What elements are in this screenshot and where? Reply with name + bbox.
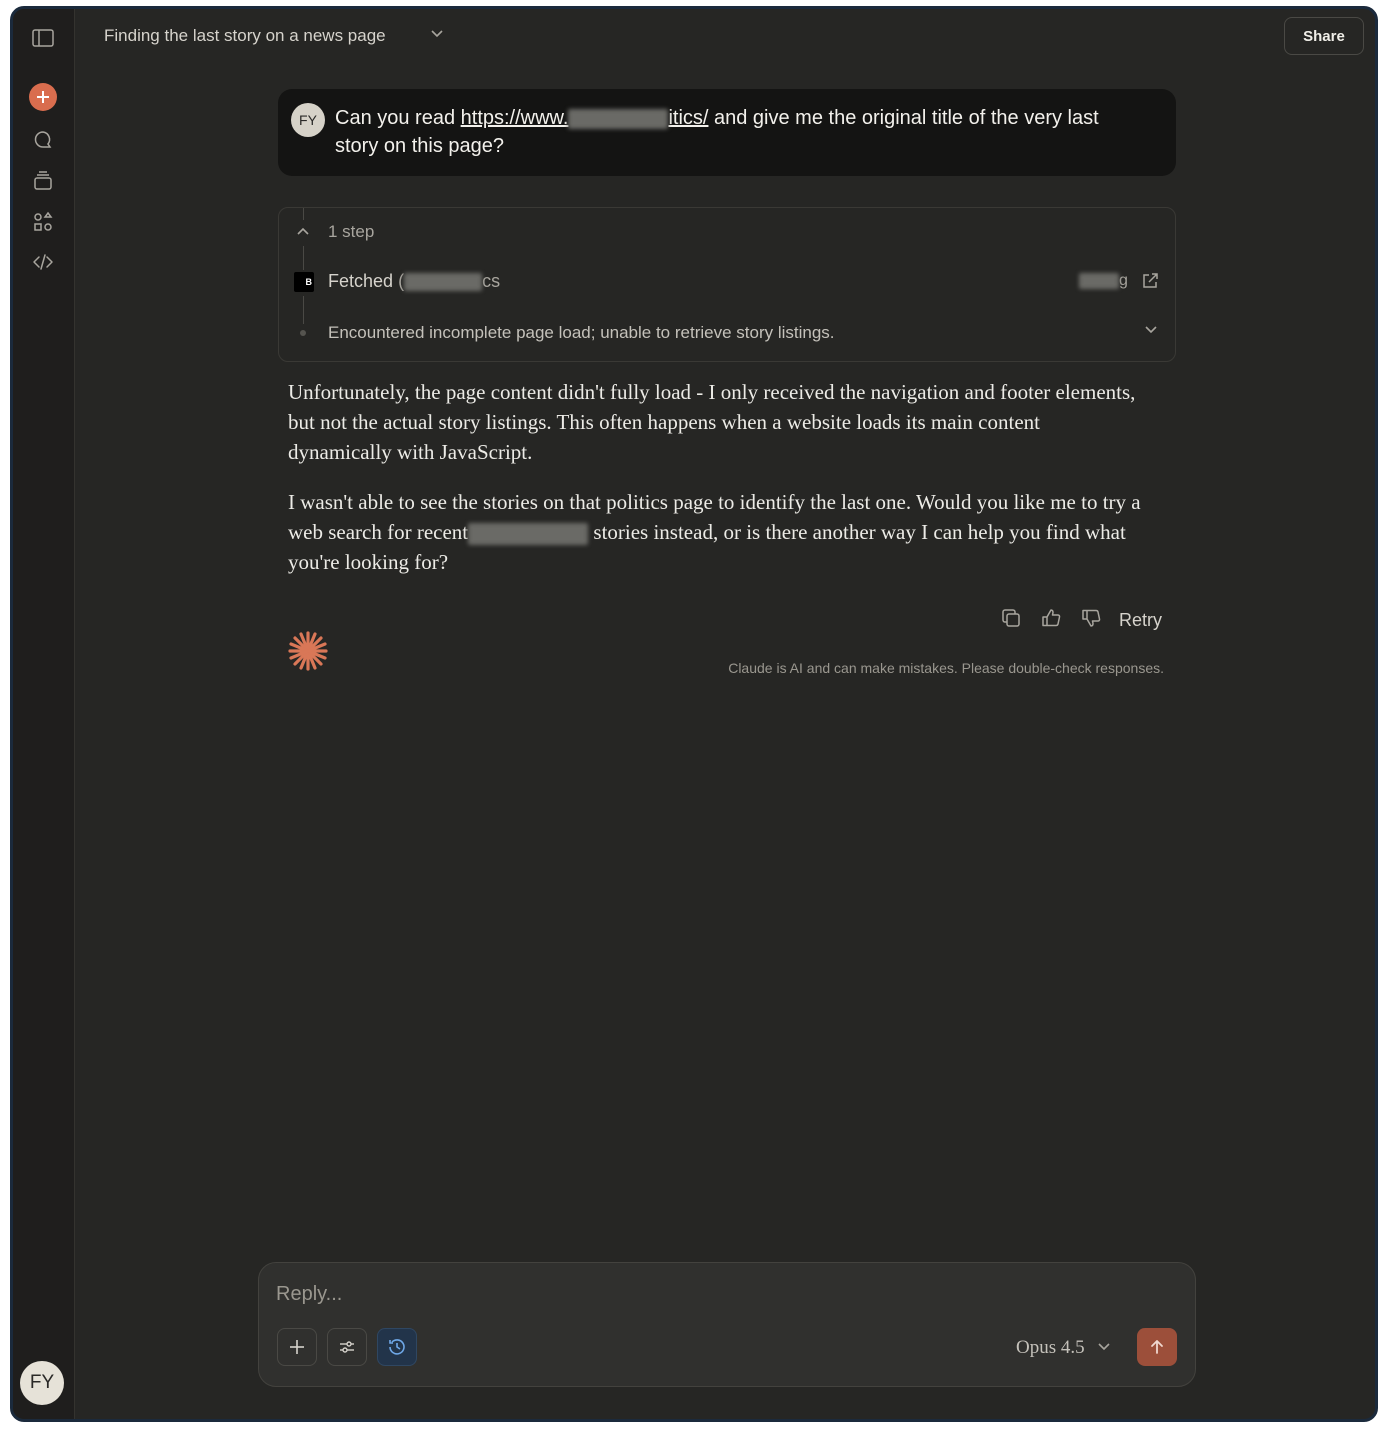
chats-icon[interactable] xyxy=(28,125,58,155)
user-message-text: Can you read https://www. itics/ and give… xyxy=(335,107,1099,157)
site-favicon: B xyxy=(294,272,314,292)
model-selector[interactable]: Opus 4.5 xyxy=(1016,1337,1085,1359)
chevron-down-icon[interactable] xyxy=(1097,1342,1111,1352)
external-link-icon[interactable] xyxy=(1141,272,1159,290)
thumbs-down-icon[interactable] xyxy=(1080,607,1102,629)
user-message-avatar: FY xyxy=(291,103,325,137)
artifacts-icon[interactable] xyxy=(28,207,58,237)
new-chat-icon[interactable] xyxy=(29,83,57,111)
assistant-paragraph: Unfortunately, the page content didn't f… xyxy=(288,380,1136,464)
tools-button[interactable] xyxy=(327,1328,367,1366)
assistant-message: Unfortunately, the page content didn't f… xyxy=(288,377,1148,597)
tool-steps: 1 step B Fetched (cs g Encountered incom… xyxy=(278,207,1176,362)
sidebar-toggle-icon[interactable] xyxy=(28,23,58,53)
send-button[interactable] xyxy=(1137,1328,1177,1366)
code-icon[interactable] xyxy=(28,247,58,277)
thumbs-up-icon[interactable] xyxy=(1040,607,1062,629)
chevron-down-icon[interactable] xyxy=(1143,324,1159,336)
sliders-icon xyxy=(340,1341,354,1353)
clock-icon xyxy=(389,1339,405,1355)
redacted-text xyxy=(404,273,483,292)
chevron-down-icon[interactable] xyxy=(430,29,444,39)
user-avatar[interactable]: FY xyxy=(20,1361,64,1405)
projects-icon[interactable] xyxy=(28,166,58,196)
source-url[interactable]: g xyxy=(1079,272,1128,290)
step-summary: Encountered incomplete page load; unable… xyxy=(328,323,835,342)
add-attachment-button[interactable] xyxy=(277,1328,317,1366)
retry-button[interactable]: Retry xyxy=(1119,610,1162,631)
arrow-up-icon xyxy=(1151,1340,1163,1354)
composer: Opus 4.5 xyxy=(258,1262,1196,1387)
plus-icon xyxy=(290,1340,304,1354)
reply-input[interactable] xyxy=(276,1279,1156,1309)
app-window: FY Finding the last story on a news page… xyxy=(10,6,1378,1422)
user-message: FY Can you read https://www. itics/ and g… xyxy=(278,89,1176,176)
redacted-text xyxy=(468,523,589,546)
disclaimer-text: Claude is AI and can make mistakes. Plea… xyxy=(728,660,1164,676)
sidebar: FY xyxy=(13,9,75,1419)
fetched-label: Fetched (cs xyxy=(328,271,501,292)
copy-icon[interactable] xyxy=(1000,607,1022,629)
step-count[interactable]: 1 step xyxy=(328,222,374,242)
claude-logo-icon xyxy=(288,631,328,671)
extended-thinking-button[interactable] xyxy=(377,1328,417,1366)
chevron-up-icon[interactable] xyxy=(295,225,311,237)
step-dot xyxy=(300,330,306,336)
assistant-paragraph: I wasn't able to see the stories on that… xyxy=(288,490,1141,574)
chat-title[interactable]: Finding the last story on a news page xyxy=(104,26,386,46)
url-link[interactable]: https://www. itics/ xyxy=(461,107,709,129)
header: Finding the last story on a news page Sh… xyxy=(75,9,1375,67)
share-button[interactable]: Share xyxy=(1284,17,1364,55)
redacted-text xyxy=(568,108,669,129)
